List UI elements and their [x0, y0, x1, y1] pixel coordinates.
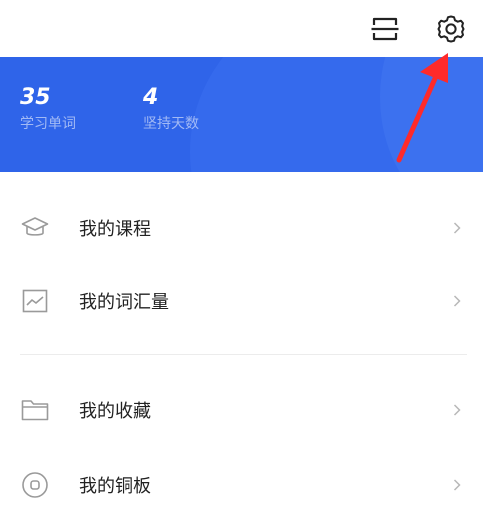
- chevron-right-icon: [453, 479, 461, 491]
- stats-banner: 35 学习单词 4 坚持天数: [0, 57, 483, 172]
- stat-words-learned[interactable]: 35 学习单词: [20, 85, 76, 133]
- menu-item-favorites[interactable]: 我的收藏: [0, 383, 483, 437]
- menu-label: 我的课程: [79, 219, 151, 240]
- stat-value: 4: [143, 85, 159, 110]
- stat-streak-days[interactable]: 4 坚持天数: [143, 85, 199, 133]
- settings-button[interactable]: [433, 11, 469, 47]
- menu-item-courses[interactable]: 我的课程: [0, 201, 483, 255]
- menu-label: 我的收藏: [79, 401, 151, 422]
- top-bar: [0, 0, 483, 57]
- folder-icon: [20, 395, 50, 425]
- scan-button[interactable]: [368, 12, 402, 46]
- chart-icon: [20, 286, 50, 316]
- scan-icon: [371, 17, 399, 41]
- chevron-right-icon: [453, 295, 461, 307]
- chevron-right-icon: [453, 404, 461, 416]
- divider: [20, 354, 467, 355]
- gear-icon: [437, 15, 465, 43]
- stat-value: 35: [20, 85, 51, 110]
- graduation-cap-icon: [20, 213, 50, 243]
- stat-label: 学习单词: [20, 116, 76, 132]
- coin-icon: [20, 470, 50, 500]
- menu-label: 我的铜板: [79, 476, 151, 497]
- menu-item-coins[interactable]: 我的铜板: [0, 458, 483, 512]
- menu-item-vocabulary[interactable]: 我的词汇量: [0, 274, 483, 328]
- chevron-right-icon: [453, 222, 461, 234]
- menu-label: 我的词汇量: [79, 292, 169, 313]
- stat-label: 坚持天数: [143, 116, 199, 132]
